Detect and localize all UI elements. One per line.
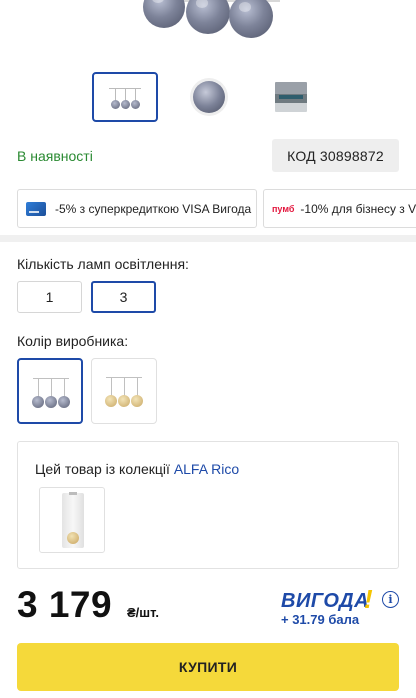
color-variant-smoke[interactable]	[17, 358, 83, 424]
lamp-image	[27, 368, 75, 416]
loyalty-bonus: + 31.79 бала	[281, 612, 360, 627]
loyalty-brand: ВИГОДА	[281, 590, 370, 612]
promo-card-pumb[interactable]: пумб -10% для бізнесу з Vis	[263, 189, 416, 228]
interior-image	[275, 82, 307, 112]
info-icon[interactable]: i	[382, 591, 399, 608]
buy-button[interactable]: КУПИТИ	[17, 643, 399, 691]
collection-prefix: Цей товар із колекції	[35, 461, 170, 477]
lamp-count-option-1[interactable]: 1	[17, 281, 82, 313]
color-label: Колір виробника:	[17, 333, 129, 349]
product-code: КОД 30898872	[272, 139, 399, 172]
collection-card: Цей товар із колекції ALFA Rico	[17, 441, 399, 569]
thumbnail-globe[interactable]	[176, 72, 242, 122]
collection-link[interactable]: ALFA Rico	[174, 461, 239, 477]
availability-status: В наявності	[17, 148, 93, 164]
promo-text: -5% з суперкредиткою VISA Вигода	[55, 201, 252, 216]
color-variant-amber[interactable]	[91, 358, 157, 424]
price-currency: ₴/шт.	[127, 605, 159, 620]
gallery-thumbnails	[0, 72, 416, 124]
globe-shade	[143, 0, 185, 28]
product-main-image[interactable]	[0, 0, 416, 60]
globe-image	[193, 81, 225, 113]
collection-product-thumbnail[interactable]	[39, 487, 105, 553]
loyalty-exclamation: !	[364, 584, 373, 614]
collection-text: Цей товар із колекції ALFA Rico	[35, 461, 239, 477]
product-price: 3 179	[17, 584, 113, 625]
lamp-image	[103, 80, 147, 114]
lamp-count-label: Кількість ламп освітлення:	[17, 256, 189, 272]
promo-text: -10% для бізнесу з Vis	[300, 201, 416, 216]
promo-carousel[interactable]: -5% з суперкредиткою VISA Вигода пумб -1…	[0, 189, 416, 229]
globe-shade	[186, 0, 230, 34]
lamp-count-option-3[interactable]: 3	[91, 281, 156, 313]
visa-card-icon	[26, 201, 46, 216]
lamp-image	[100, 367, 148, 415]
globe-shade	[229, 0, 273, 38]
pumb-logo: пумб	[272, 203, 295, 214]
lamp-bulb	[67, 532, 79, 544]
thumbnail-lamp[interactable]	[92, 72, 158, 122]
section-divider	[0, 235, 416, 242]
promo-card-visa[interactable]: -5% з суперкредиткою VISA Вигода	[17, 189, 257, 228]
thumbnail-interior[interactable]	[258, 72, 324, 122]
